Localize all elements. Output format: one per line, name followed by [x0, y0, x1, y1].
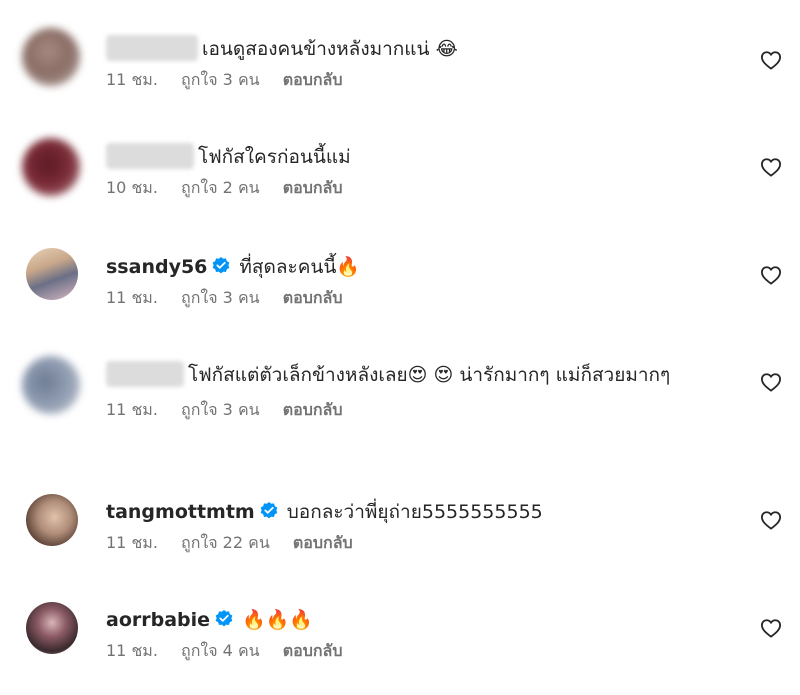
fire-emoji: 🔥	[336, 256, 361, 278]
comment-list: เอนดูสองคนข้างหลังมากแน่ 😂 11 ชม. ถูกใจ …	[0, 0, 800, 695]
blurred-username[interactable]	[106, 143, 194, 169]
comment-meta: 11 ชม. ถูกใจ 3 คน ตอบกลับ	[106, 286, 700, 310]
reply-button[interactable]: ตอบกลับ	[283, 400, 343, 419]
avatar[interactable]	[22, 28, 80, 86]
reply-button[interactable]: ตอบกลับ	[283, 70, 343, 89]
like-count[interactable]: ถูกใจ 3 คน	[181, 288, 260, 307]
comment-line: เอนดูสองคนข้างหลังมากแน่ 😂	[106, 34, 700, 64]
username[interactable]: ssandy56	[106, 256, 207, 278]
like-count[interactable]: ถูกใจ 22 คน	[181, 533, 270, 552]
fire-emoji: 🔥	[289, 609, 314, 631]
avatar[interactable]	[22, 138, 80, 196]
fire-emoji: 🔥	[265, 609, 290, 631]
heart-outline-icon[interactable]	[760, 50, 782, 70]
comment-meta: 11 ชม. ถูกใจ 4 คน ตอบกลับ	[106, 639, 700, 663]
heart-outline-icon[interactable]	[760, 372, 782, 392]
comment-text: บอกละว่าพี่ยุถ่าย5555555555	[286, 501, 543, 523]
heart-eyes-emoji: 😍	[407, 364, 428, 386]
verified-badge-icon	[213, 257, 230, 274]
comment-time: 11 ชม.	[106, 288, 158, 307]
heart-eyes-emoji: 😍	[433, 364, 454, 386]
reply-button[interactable]: ตอบกลับ	[293, 533, 353, 552]
verified-badge-icon	[215, 610, 233, 627]
like-count[interactable]: ถูกใจ 2 คน	[181, 178, 260, 197]
like-count[interactable]: ถูกใจ 3 คน	[181, 400, 260, 419]
comment-text: ที่สุดละคนนี้	[239, 256, 337, 278]
like-count[interactable]: ถูกใจ 3 คน	[181, 70, 260, 89]
heart-outline-icon[interactable]	[760, 265, 782, 285]
comment-time: 11 ชม.	[106, 641, 158, 660]
avatar[interactable]	[22, 356, 80, 414]
verified-badge-icon	[260, 502, 278, 519]
comment-time: 10 ชม.	[106, 178, 158, 197]
comment-time: 11 ชม.	[106, 400, 158, 419]
comment-meta: 11 ชม. ถูกใจ 3 คน ตอบกลับ	[106, 398, 700, 422]
reply-button[interactable]: ตอบกลับ	[283, 288, 343, 307]
comment-time: 11 ชม.	[106, 533, 158, 552]
comment-line: โฟกัสแต่ตัวเล็กข้างหลังเลย😍 😍 น่ารักมากๆ…	[106, 360, 700, 390]
fire-emoji: 🔥	[242, 609, 266, 631]
comment-line: ssandy56 ที่สุดละคนนี้🔥	[106, 252, 700, 282]
comment-text: โฟกัสแต่ตัวเล็กข้างหลังเลย	[188, 364, 408, 386]
reply-button[interactable]: ตอบกลับ	[283, 178, 343, 197]
comment-line: aorrbabie 🔥🔥🔥	[106, 605, 700, 635]
comment-meta: 11 ชม. ถูกใจ 3 คน ตอบกลับ	[106, 68, 700, 92]
heart-outline-icon[interactable]	[760, 510, 782, 530]
comment-meta: 11 ชม. ถูกใจ 22 คน ตอบกลับ	[106, 531, 700, 555]
avatar[interactable]	[26, 602, 78, 654]
like-count[interactable]: ถูกใจ 4 คน	[181, 641, 260, 660]
comment-text-continued: น่ารักมากๆ แม่ก็สวยมากๆ	[453, 364, 671, 386]
blurred-username[interactable]	[106, 35, 198, 61]
username[interactable]: aorrbabie	[106, 609, 210, 631]
username[interactable]: tangmottmtm	[106, 501, 255, 523]
reply-button[interactable]: ตอบกลับ	[283, 641, 343, 660]
comment-text: โฟกัสใครก่อนนี้แม่	[198, 146, 351, 168]
laughing-emoji: 😂	[435, 38, 458, 60]
avatar[interactable]	[26, 248, 78, 300]
avatar[interactable]	[26, 494, 78, 546]
comment-line: โฟกัสใครก่อนนี้แม่	[106, 142, 700, 172]
blurred-username[interactable]	[106, 361, 184, 387]
heart-outline-icon[interactable]	[760, 618, 782, 638]
comment-line: tangmottmtm บอกละว่าพี่ยุถ่าย5555555555	[106, 497, 700, 527]
comment-time: 11 ชม.	[106, 70, 158, 89]
comment-meta: 10 ชม. ถูกใจ 2 คน ตอบกลับ	[106, 176, 700, 200]
comment-text: เอนดูสองคนข้างหลังมากแน่	[202, 38, 436, 60]
heart-outline-icon[interactable]	[760, 157, 782, 177]
